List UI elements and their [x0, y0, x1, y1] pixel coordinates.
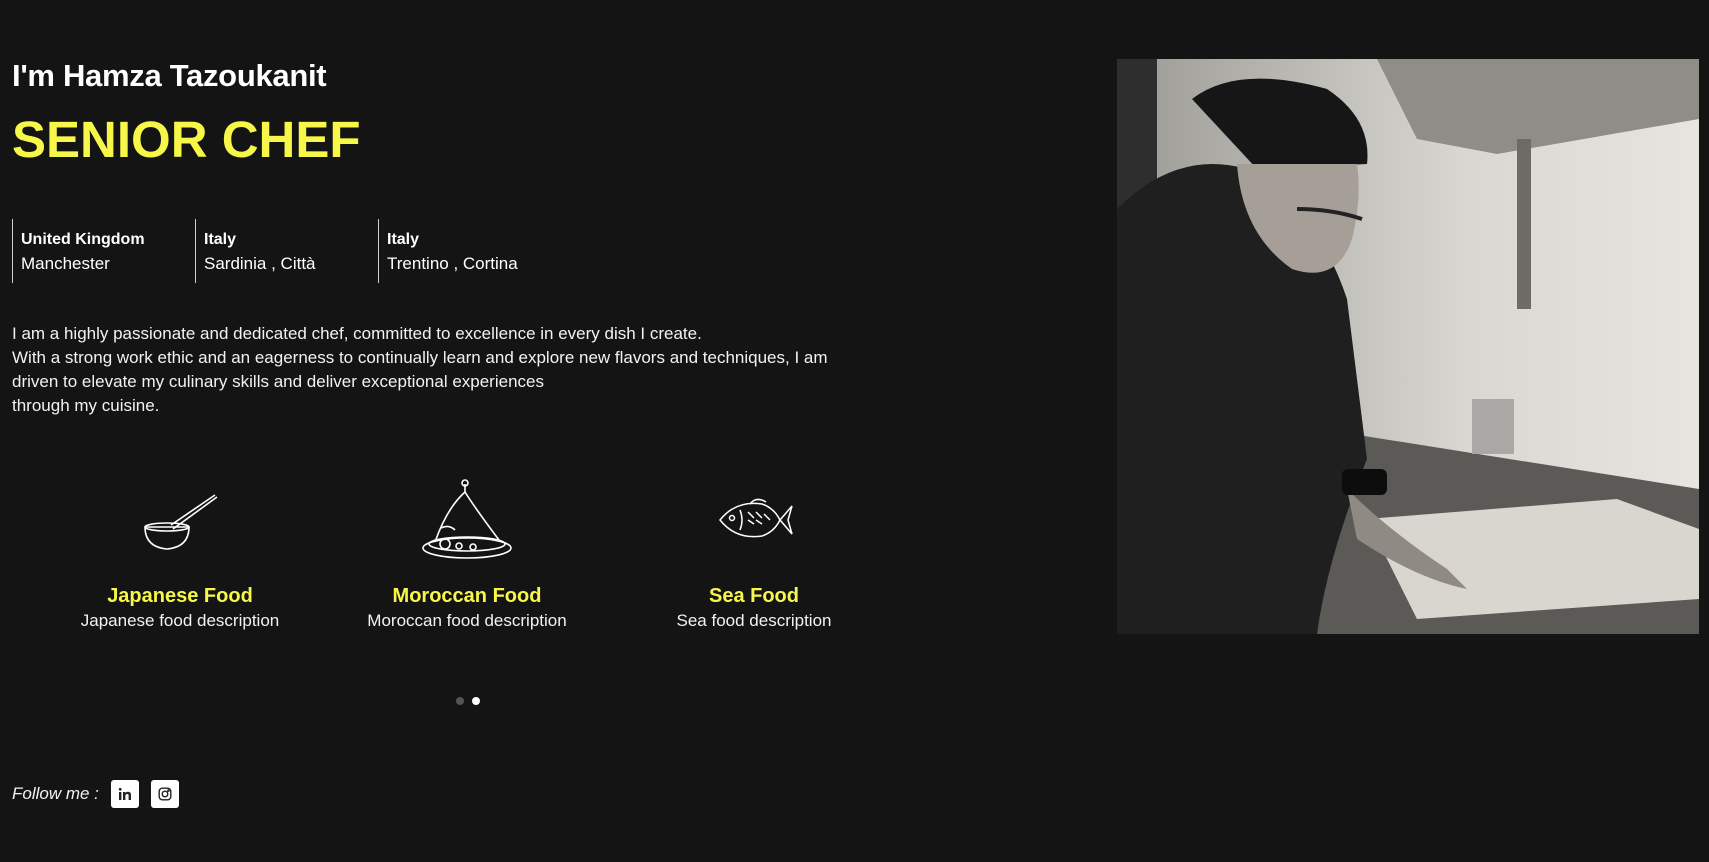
bio-line: With a strong work ethic and an eagernes…	[12, 348, 828, 391]
location-item: United Kingdom Manchester	[12, 219, 195, 283]
cuisine-title: Moroccan Food	[392, 585, 542, 607]
bowl-chopsticks-icon	[40, 470, 320, 570]
carousel-pagination	[456, 697, 480, 705]
location-item: Italy Trentino , Cortina	[378, 219, 561, 283]
bio-text: I am a highly passionate and dedicated c…	[12, 322, 852, 418]
social-links: Follow me :	[12, 780, 191, 808]
location-city: Manchester	[21, 254, 110, 273]
location-city: Trentino , Cortina	[387, 254, 518, 273]
locations-list: United Kingdom Manchester Italy Sardinia…	[12, 219, 561, 283]
cuisine-card-moroccan[interactable]: Moroccan Food Moroccan food description	[327, 470, 607, 633]
cuisine-description: Japanese food description	[80, 611, 280, 630]
linkedin-button[interactable]	[110, 780, 139, 808]
cuisine-description: Moroccan food description	[367, 611, 567, 630]
bio-line: through my cuisine.	[12, 396, 160, 415]
cuisine-title: Japanese Food	[107, 585, 253, 607]
carousel-dot-1[interactable]	[456, 697, 464, 705]
cuisine-description: Sea food description	[676, 611, 832, 630]
follow-label: Follow me :	[12, 784, 99, 803]
carousel-dot-2[interactable]	[472, 697, 480, 705]
fish-icon	[614, 470, 894, 570]
cuisine-title: Sea Food	[708, 585, 799, 607]
chef-portrait-photo	[1117, 59, 1699, 634]
cuisine-card-seafood[interactable]: Sea Food Sea food description	[614, 470, 894, 633]
linkedin-icon	[118, 787, 131, 800]
instagram-button[interactable]	[150, 780, 179, 808]
job-title: SENIOR CHEF	[12, 111, 361, 168]
location-city: Sardinia , Città	[204, 254, 316, 273]
instagram-icon	[158, 787, 172, 801]
tagine-icon	[327, 470, 607, 570]
location-country: Italy	[204, 231, 237, 248]
location-country: United Kingdom	[21, 231, 145, 248]
bio-line: I am a highly passionate and dedicated c…	[12, 324, 702, 343]
location-item: Italy Sardinia , Città	[195, 219, 378, 283]
greeting: I'm Hamza Tazoukanit	[12, 58, 327, 93]
cuisine-card-japanese[interactable]: Japanese Food Japanese food description	[40, 470, 320, 633]
location-country: Italy	[387, 231, 420, 248]
